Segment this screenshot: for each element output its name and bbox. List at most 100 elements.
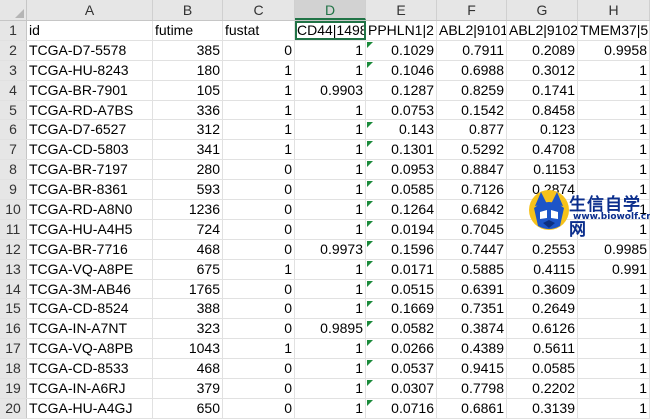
- row-header[interactable]: 10: [0, 200, 27, 219]
- cell[interactable]: TCGA-BR-8361: [27, 180, 153, 200]
- cell[interactable]: 0: [223, 180, 295, 200]
- cell[interactable]: 1: [295, 359, 366, 379]
- cell[interactable]: 0.7911: [437, 40, 507, 60]
- row-header[interactable]: 5: [0, 100, 27, 120]
- cell[interactable]: 0.7447: [437, 239, 507, 259]
- cell[interactable]: 650: [153, 398, 223, 418]
- row-header[interactable]: 15: [0, 299, 27, 319]
- cell[interactable]: 379: [153, 379, 223, 398]
- cell[interactable]: 0.7126: [437, 180, 507, 200]
- cell[interactable]: 468: [153, 239, 223, 259]
- cell[interactable]: 0.1264: [366, 200, 437, 219]
- cell[interactable]: 385: [153, 40, 223, 60]
- cell[interactable]: 0.7045: [437, 219, 507, 239]
- cell[interactable]: 336: [153, 100, 223, 120]
- cell[interactable]: 341: [153, 140, 223, 160]
- cell[interactable]: 0.8259: [437, 80, 507, 100]
- cell[interactable]: TCGA-RD-A8N0: [27, 200, 153, 219]
- cell[interactable]: 1: [295, 200, 366, 219]
- cell[interactable]: 0.1669: [366, 299, 437, 319]
- cell[interactable]: 1: [578, 80, 650, 100]
- cell[interactable]: 1: [578, 339, 650, 359]
- row-header[interactable]: 2: [0, 40, 27, 60]
- cell[interactable]: 1: [578, 398, 650, 418]
- cell[interactable]: 0.6861: [437, 398, 507, 418]
- cell[interactable]: 0: [223, 299, 295, 319]
- cell[interactable]: 1: [223, 140, 295, 160]
- cell[interactable]: 1: [295, 60, 366, 80]
- cell[interactable]: 1043: [153, 339, 223, 359]
- cell[interactable]: 0: [223, 40, 295, 60]
- cell[interactable]: 0: [223, 239, 295, 259]
- cell[interactable]: 1: [295, 259, 366, 279]
- cell[interactable]: 0.123: [507, 120, 578, 140]
- cell[interactable]: TCGA-CD-5803: [27, 140, 153, 160]
- row-header[interactable]: 20: [0, 398, 27, 418]
- cell[interactable]: 1: [223, 259, 295, 279]
- cell[interactable]: 1: [295, 160, 366, 180]
- cell[interactable]: 468: [153, 359, 223, 379]
- cell[interactable]: 0.3139: [507, 398, 578, 418]
- cell[interactable]: 1: [223, 100, 295, 120]
- cell[interactable]: 1: [578, 160, 650, 180]
- cell[interactable]: 312: [153, 120, 223, 140]
- row-header[interactable]: 9: [0, 180, 27, 200]
- cell[interactable]: 1: [223, 80, 295, 100]
- cell[interactable]: TCGA-CD-8533: [27, 359, 153, 379]
- row-header[interactable]: 1: [0, 21, 27, 40]
- cell[interactable]: 0.0582: [366, 319, 437, 339]
- cell[interactable]: 0: [223, 398, 295, 418]
- column-header-h[interactable]: H: [578, 0, 650, 20]
- cell[interactable]: 0.3874: [437, 319, 507, 339]
- cell[interactable]: 1: [578, 120, 650, 140]
- cell[interactable]: 0.6842: [437, 200, 507, 219]
- cell[interactable]: 1: [295, 100, 366, 120]
- cell[interactable]: 0: [223, 279, 295, 299]
- cell[interactable]: 0.0171: [366, 259, 437, 279]
- cell[interactable]: 0: [223, 359, 295, 379]
- cell[interactable]: 0.143: [366, 120, 437, 140]
- cell[interactable]: 724: [153, 219, 223, 239]
- cell[interactable]: TCGA-BR-7197: [27, 160, 153, 180]
- cell[interactable]: 0: [223, 219, 295, 239]
- cell[interactable]: 0.1029: [366, 40, 437, 60]
- cell[interactable]: TCGA-3M-AB46: [27, 279, 153, 299]
- cell[interactable]: 0.991: [578, 259, 650, 279]
- cell[interactable]: 0.6391: [437, 279, 507, 299]
- cell[interactable]: 0.0716: [366, 398, 437, 418]
- column-header-e[interactable]: E: [366, 0, 437, 20]
- cell[interactable]: 0.0753: [366, 100, 437, 120]
- cell[interactable]: 1: [578, 140, 650, 160]
- cell[interactable]: 0.2553: [507, 239, 578, 259]
- row-header[interactable]: 8: [0, 160, 27, 180]
- cell[interactable]: 323: [153, 319, 223, 339]
- column-header-a[interactable]: A: [27, 0, 153, 20]
- cell[interactable]: fustat: [223, 21, 295, 40]
- cell[interactable]: 0.3609: [507, 279, 578, 299]
- cell[interactable]: 0.1741: [507, 80, 578, 100]
- cell[interactable]: 0.5611: [507, 339, 578, 359]
- cell[interactable]: 1765: [153, 279, 223, 299]
- cell[interactable]: 1: [295, 299, 366, 319]
- row-header[interactable]: 6: [0, 120, 27, 140]
- column-header-f[interactable]: F: [437, 0, 507, 20]
- cell[interactable]: 105: [153, 80, 223, 100]
- cell[interactable]: TCGA-HU-A4H5: [27, 219, 153, 239]
- cell[interactable]: 0.1301: [366, 140, 437, 160]
- cell[interactable]: 1: [295, 120, 366, 140]
- cell[interactable]: 0.0585: [366, 180, 437, 200]
- cell[interactable]: id: [27, 21, 153, 40]
- cell[interactable]: 1: [578, 279, 650, 299]
- cell[interactable]: 1: [223, 339, 295, 359]
- cell[interactable]: 1: [223, 60, 295, 80]
- row-header[interactable]: 14: [0, 279, 27, 299]
- row-header[interactable]: 7: [0, 140, 27, 160]
- cell[interactable]: 1: [578, 379, 650, 398]
- cell[interactable]: 1: [578, 60, 650, 80]
- cell[interactable]: CD44|1498: [295, 21, 366, 40]
- cell[interactable]: 1236: [153, 200, 223, 219]
- cell[interactable]: TCGA-BR-7716: [27, 239, 153, 259]
- cell[interactable]: 0.877: [437, 120, 507, 140]
- row-header[interactable]: 17: [0, 339, 27, 359]
- cell[interactable]: 0.6988: [437, 60, 507, 80]
